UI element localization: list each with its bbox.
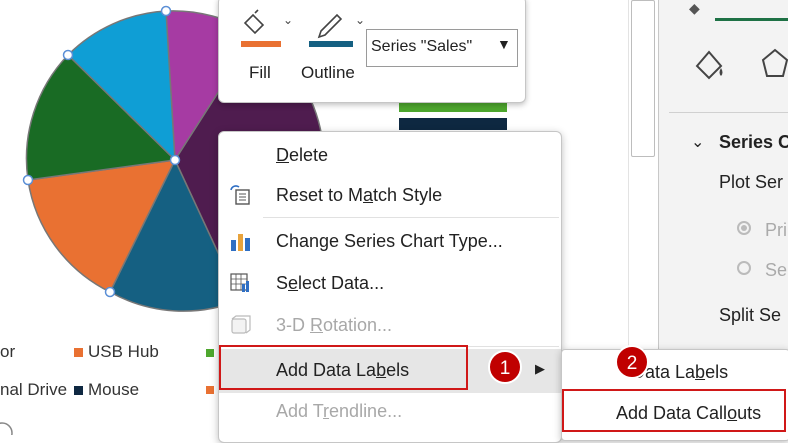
section-chevron-icon[interactable]: ⌄	[691, 132, 704, 152]
legend-item: USB Hub	[74, 342, 159, 362]
menu-item-label: Select Data...	[276, 273, 385, 293]
fill-line-icon[interactable]	[691, 46, 729, 82]
plot-series-label: Plot Ser	[719, 172, 784, 192]
pane-tab-underline	[715, 18, 788, 21]
menu-item-delete[interactable]: Delete	[219, 136, 561, 174]
selection-handle[interactable]	[160, 5, 172, 17]
menu-item-change-chart-type[interactable]: Change Series Chart Type...	[219, 222, 561, 260]
chevron-down-icon: ▼	[497, 36, 511, 52]
pane-tab-caret: ◆	[689, 0, 700, 16]
rotation-3d-icon	[231, 315, 251, 334]
outline-pen-icon[interactable]	[309, 7, 353, 47]
selection-handle[interactable]	[22, 174, 34, 186]
menu-separator	[263, 217, 559, 218]
effects-icon[interactable]	[759, 46, 788, 82]
scrollbar-thumb[interactable]	[631, 0, 655, 157]
highlight-box-add-data-labels	[219, 345, 468, 390]
menu-item-select-data[interactable]: Select Data...	[219, 264, 561, 302]
menu-item-reset[interactable]: Reset to Match Style	[219, 176, 561, 214]
legend-label: USB Hub	[88, 342, 159, 361]
section-title[interactable]: Series O	[719, 132, 788, 153]
step-badge-1: 1	[488, 350, 522, 384]
menu-item-label: Delete	[276, 145, 329, 165]
outline-dropdown-chevron-icon[interactable]: ⌄	[355, 13, 365, 27]
fill-bucket-icon[interactable]	[241, 7, 281, 47]
selection-handle[interactable]	[169, 154, 181, 166]
selection-handle[interactable]	[62, 49, 74, 61]
submenu-arrow-icon: ▶	[535, 361, 545, 376]
menu-item-add-trendline: Add Trendline...	[219, 392, 561, 430]
highlight-box-add-data-callouts	[562, 389, 786, 432]
legend-swatch-small	[206, 386, 214, 394]
menu-item-3d-rotation: 3-D Rotation...	[219, 306, 561, 344]
menu-item-label: Reset to Match Style	[276, 185, 443, 205]
secondary-axis-label: Se	[765, 260, 788, 280]
legend-swatch-small	[206, 349, 214, 357]
legend-label: nal Drive	[0, 380, 68, 399]
fill-label[interactable]: Fill	[249, 63, 271, 83]
legend-item: or	[0, 342, 15, 362]
series-select-value: Series "Sales"	[371, 38, 473, 55]
format-mini-toolbar: ⌄ Fill ⌄ Outline Series "Sales" ▼	[218, 0, 526, 103]
primary-axis-label: Pri	[765, 220, 787, 240]
legend-label: or	[0, 342, 16, 361]
primary-axis-radio[interactable]	[737, 221, 751, 235]
pane-divider	[669, 112, 788, 113]
menu-item-label: 3-D Rotation...	[276, 315, 393, 335]
chart-border-handle	[0, 422, 13, 435]
legend-swatch-dark	[399, 118, 507, 130]
legend-swatch	[74, 348, 83, 358]
split-series-label: Split Se	[719, 305, 782, 325]
secondary-axis-radio[interactable]	[737, 261, 751, 275]
series-select[interactable]: Series "Sales" ▼	[366, 29, 518, 67]
selection-handle[interactable]	[104, 286, 116, 298]
legend-label: Mouse	[88, 380, 140, 399]
reset-style-icon	[230, 185, 250, 205]
fill-dropdown-chevron-icon[interactable]: ⌄	[283, 13, 293, 27]
context-menu: Delete Reset to Match Style Change Serie…	[218, 131, 562, 443]
step-badge-2: 2	[615, 345, 649, 379]
select-data-icon	[230, 273, 249, 292]
legend-swatch-green	[399, 102, 507, 112]
chart-type-icon	[231, 234, 250, 251]
legend-swatch	[74, 386, 83, 396]
menu-item-label: Change Series Chart Type...	[276, 231, 503, 251]
legend-item: nal Drive	[0, 380, 67, 400]
legend-item: Mouse	[74, 380, 139, 400]
menu-item-label: Add Trendline...	[276, 401, 403, 421]
outline-label[interactable]: Outline	[301, 63, 355, 83]
